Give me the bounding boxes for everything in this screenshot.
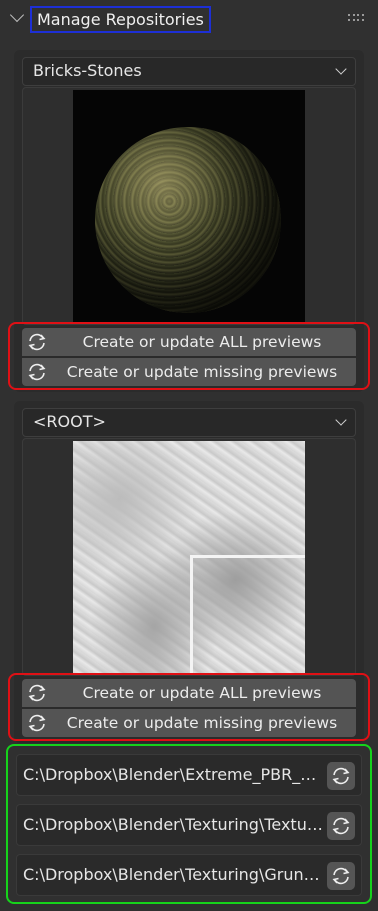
panel-title[interactable]: Manage Repositories bbox=[30, 6, 211, 33]
path-text: C:\Dropbox\Blender\Texturing\Grung... bbox=[23, 865, 323, 884]
refresh-path-button[interactable] bbox=[327, 762, 355, 790]
concrete-texture-preview[interactable] bbox=[73, 441, 305, 673]
update-missing-previews-button[interactable]: Create or update missing previews bbox=[22, 709, 356, 737]
preview-buttons-group-1: Create or update ALL previews Create or … bbox=[8, 322, 370, 390]
button-label: Create or update ALL previews bbox=[82, 333, 322, 351]
update-all-previews-button[interactable]: Create or update ALL previews bbox=[22, 328, 356, 356]
dropdown-value: Bricks-Stones bbox=[33, 61, 142, 80]
tile-seam bbox=[190, 557, 193, 673]
chevron-down-icon bbox=[335, 63, 347, 75]
refresh-path-button[interactable] bbox=[327, 862, 355, 890]
dropdown-value: <ROOT> bbox=[33, 412, 106, 431]
path-row-1: C:\Dropbox\Blender\Extreme_PBR_LIB\ bbox=[16, 754, 362, 796]
stone-sphere-preview[interactable] bbox=[73, 90, 305, 322]
button-label: Create or update missing previews bbox=[66, 363, 338, 381]
repository-dropdown-2[interactable]: <ROOT> bbox=[22, 408, 356, 437]
drag-grip-icon[interactable] bbox=[348, 14, 364, 22]
refresh-path-button[interactable] bbox=[327, 812, 355, 840]
update-missing-previews-button[interactable]: Create or update missing previews bbox=[22, 358, 356, 386]
tile-seam bbox=[190, 555, 305, 558]
button-label: Create or update ALL previews bbox=[82, 684, 322, 702]
path-text: C:\Dropbox\Blender\Texturing\Textur... bbox=[23, 815, 323, 834]
refresh-icon bbox=[332, 767, 350, 785]
preview-buttons-group-2: Create or update ALL previews Create or … bbox=[8, 673, 370, 741]
refresh-icon bbox=[28, 333, 46, 351]
path-text: C:\Dropbox\Blender\Extreme_PBR_LIB\ bbox=[23, 765, 323, 784]
refresh-icon bbox=[28, 363, 46, 381]
button-label: Create or update missing previews bbox=[66, 714, 338, 732]
repository-dropdown-1[interactable]: Bricks-Stones bbox=[22, 57, 356, 86]
refresh-icon bbox=[332, 817, 350, 835]
repository-paths-group: C:\Dropbox\Blender\Extreme_PBR_LIB\ C:\D… bbox=[6, 744, 372, 904]
refresh-icon bbox=[28, 714, 46, 732]
chevron-down-icon[interactable] bbox=[9, 7, 25, 23]
sphere-material bbox=[95, 127, 281, 313]
update-all-previews-button[interactable]: Create or update ALL previews bbox=[22, 679, 356, 707]
path-row-2: C:\Dropbox\Blender\Texturing\Textur... bbox=[16, 804, 362, 846]
refresh-icon bbox=[28, 684, 46, 702]
refresh-icon bbox=[332, 867, 350, 885]
path-row-3: C:\Dropbox\Blender\Texturing\Grung... bbox=[16, 854, 362, 896]
chevron-down-icon bbox=[335, 414, 347, 426]
